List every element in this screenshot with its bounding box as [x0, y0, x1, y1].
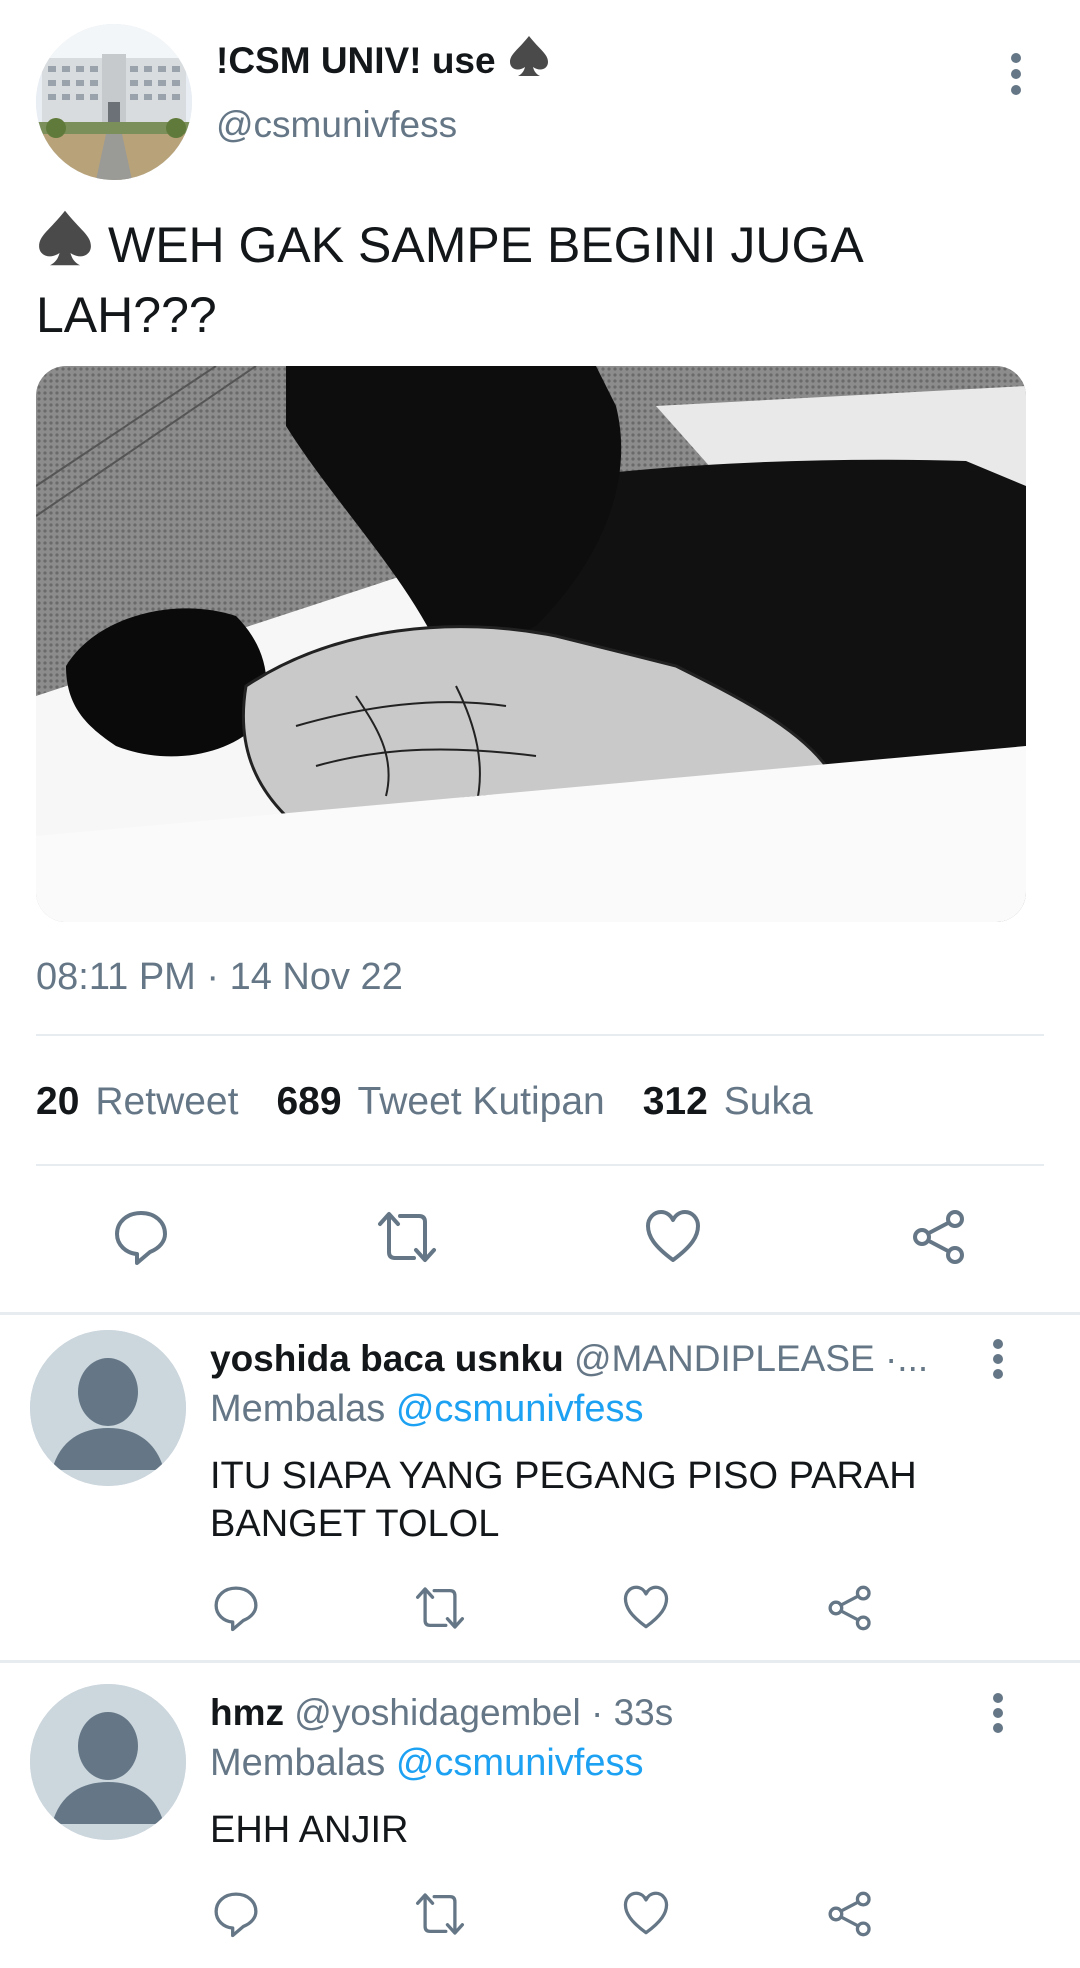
spade-icon	[36, 208, 94, 283]
stat-label: Retweet	[95, 1080, 239, 1123]
display-name[interactable]: !CSM UNIV! use	[216, 34, 550, 87]
heart-icon[interactable]	[644, 1208, 702, 1269]
campus-building-image	[36, 24, 192, 180]
section-divider	[0, 1660, 1080, 1663]
reply-header: hmz @yoshidagembel · 33s	[210, 1692, 970, 1734]
heart-icon[interactable]	[622, 1584, 670, 1635]
more-options-icon[interactable]	[996, 50, 1036, 110]
divider	[36, 1164, 1044, 1166]
avatar[interactable]	[30, 1684, 186, 1840]
stat-count: 312	[642, 1080, 708, 1123]
tweet-stats: 20 Retweet 689 Tweet Kutipan 312 Suka	[36, 1080, 851, 1124]
stat-count: 689	[276, 1080, 342, 1123]
tweet-body: WEH GAK SAMPE BEGINI JUGA LAH???	[36, 208, 996, 347]
avatar[interactable]	[30, 1330, 186, 1486]
reply-author-name[interactable]: hmz	[210, 1692, 284, 1733]
tweet-action-bar	[0, 1208, 1080, 1272]
tweet-media-image[interactable]	[36, 366, 1026, 922]
manga-panel-image	[36, 366, 1026, 922]
reply-icon[interactable]	[212, 1890, 260, 1943]
reply-action-bar	[0, 1584, 1080, 1634]
more-options-icon[interactable]	[978, 1690, 1018, 1740]
reply-header: yoshida baca usnku @MANDIPLEASE ·...	[210, 1338, 970, 1380]
reply-action-bar	[0, 1890, 1080, 1940]
reply-icon[interactable]	[112, 1208, 170, 1271]
retweet-icon[interactable]	[376, 1208, 438, 1271]
reply-text: EHH ANJIR	[210, 1809, 409, 1851]
avatar[interactable]	[36, 24, 192, 180]
replying-prefix: Membalas	[210, 1742, 386, 1784]
reply-author-name[interactable]: yoshida baca usnku	[210, 1338, 564, 1379]
stat-count: 20	[36, 1080, 80, 1123]
replying-to-handle[interactable]: @csmunivfess	[396, 1388, 644, 1430]
replying-to-handle[interactable]: @csmunivfess	[396, 1742, 644, 1784]
divider	[36, 1034, 1044, 1036]
reply-icon[interactable]	[212, 1584, 260, 1637]
replying-to: Membalas @csmunivfess	[210, 1742, 644, 1785]
more-options-icon[interactable]	[978, 1336, 1018, 1386]
replying-to: Membalas @csmunivfess	[210, 1388, 644, 1431]
share-icon[interactable]	[910, 1208, 968, 1271]
retweet-icon[interactable]	[414, 1890, 466, 1943]
quote-tweet-count[interactable]: 689 Tweet Kutipan	[276, 1080, 604, 1124]
user-handle[interactable]: @csmunivfess	[216, 104, 457, 146]
reply-text: ITU SIAPA YANG PEGANG PISO PARAH BANGET …	[210, 1455, 917, 1545]
replying-prefix: Membalas	[210, 1388, 386, 1430]
share-icon[interactable]	[826, 1890, 874, 1943]
reply-author-meta[interactable]: @MANDIPLEASE ·...	[574, 1338, 928, 1379]
reply-author-meta[interactable]: @yoshidagembel · 33s	[294, 1692, 673, 1733]
stat-label: Tweet Kutipan	[357, 1080, 605, 1123]
section-divider	[0, 1312, 1080, 1315]
like-count[interactable]: 312 Suka	[643, 1080, 813, 1124]
heart-icon[interactable]	[622, 1890, 670, 1941]
retweet-icon[interactable]	[414, 1584, 466, 1637]
tweet-text: WEH GAK SAMPE BEGINI JUGA LAH???	[36, 217, 861, 343]
default-avatar-icon	[30, 1330, 186, 1486]
stat-label: Suka	[723, 1080, 813, 1123]
default-avatar-icon	[30, 1684, 186, 1840]
tweet-timestamp: 08:11 PM · 14 Nov 22	[36, 956, 403, 998]
display-name-text: !CSM UNIV! use	[216, 39, 496, 81]
share-icon[interactable]	[826, 1584, 874, 1637]
spade-icon	[508, 34, 550, 87]
retweet-count[interactable]: 20 Retweet	[36, 1080, 238, 1124]
